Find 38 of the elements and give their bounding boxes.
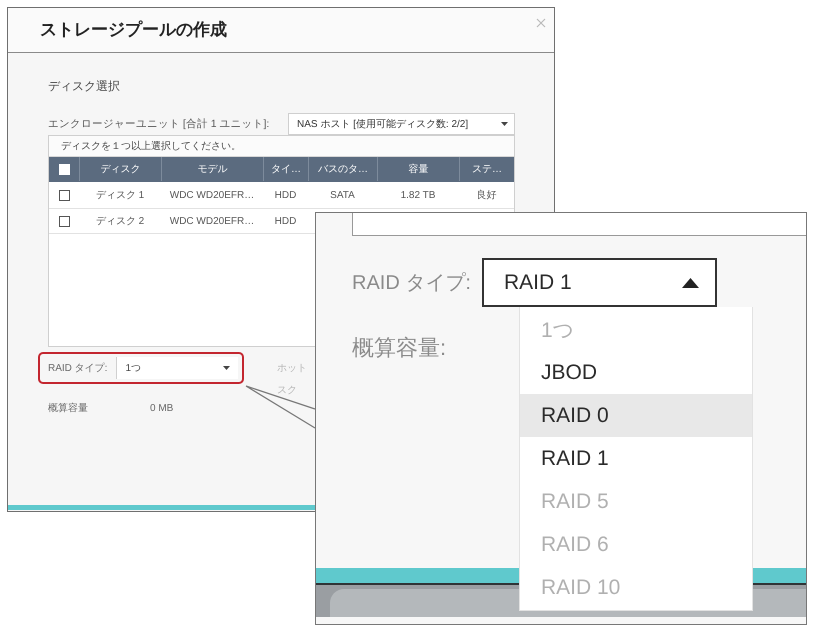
raid-type-label: RAID タイプ: [351, 271, 472, 296]
table-cell-text: WDC WD20EFR… [168, 188, 256, 202]
section-title: ディスク選択 [48, 79, 120, 93]
table-hint: ディスクを１つ以上選択してください。 [49, 136, 514, 157]
capacity-label: 概算容量: [351, 334, 446, 362]
table-cell-text: HDD [274, 188, 298, 202]
table-cell-text: ディスク 1 [94, 189, 146, 203]
dropdown-option[interactable]: JBOD [520, 351, 752, 394]
caret-up-icon [682, 278, 699, 288]
capacity-value: 0 MB [150, 402, 174, 414]
dropdown-option[interactable]: RAID 1 [520, 437, 752, 480]
table-cell-text: 1.82 TB [400, 188, 436, 202]
column-header[interactable]: モデル [161, 157, 263, 181]
hot-spare-label: スク [277, 384, 297, 398]
column-header[interactable]: バスのタ… [308, 157, 377, 181]
caret-down-icon [501, 122, 508, 126]
table-cell-text: HDD [274, 214, 298, 228]
table-cell-text: WDC WD20EFR… [168, 214, 256, 228]
table-cell-text: 良好 [476, 188, 498, 203]
row-checkbox[interactable] [58, 190, 70, 200]
enclosure-dropdown[interactable]: NAS ホスト [使用可能ディスク数: 2/2] [288, 113, 515, 135]
select-all-checkbox[interactable] [58, 164, 70, 174]
column-header[interactable]: ディスク [79, 157, 161, 181]
column-header[interactable]: 容量 [377, 157, 459, 181]
enclosure-label: エンクロージャーユニット [合計 1 ユニット]: [48, 117, 270, 131]
table-cell-text: ディスク 2 [94, 215, 146, 229]
caret-down-icon [223, 366, 230, 370]
capacity-label: 概算容量 [48, 402, 89, 415]
hot-spare-label: ホット [277, 362, 307, 376]
dropdown-option[interactable]: RAID 0 [520, 394, 752, 437]
raid-type-label: RAID タイプ: [48, 362, 108, 375]
row-checkbox[interactable] [58, 216, 70, 226]
table-cell-text: SATA [329, 188, 356, 202]
dialog-title: ストレージプールの作成 [40, 20, 227, 40]
raid-type-dropdown[interactable]: RAID 1 [482, 258, 717, 307]
raid-type-dropdown[interactable]: 1つ [116, 357, 238, 379]
column-header[interactable]: タイ… [263, 157, 308, 181]
column-header[interactable]: ステ… [459, 157, 514, 181]
